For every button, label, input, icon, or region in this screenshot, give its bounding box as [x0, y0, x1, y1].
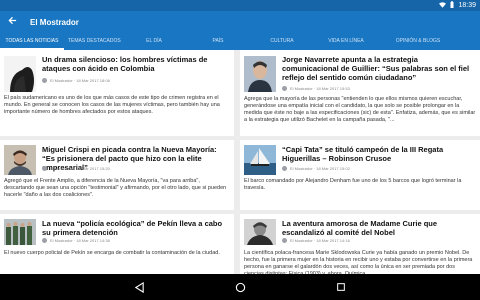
article-card[interactable]: La nueva “policía ecológica” de Pekín ll…: [0, 214, 234, 274]
article-source-date: El Mostrador · 18 Mar 2017 14:16: [290, 238, 350, 243]
article-card[interactable]: Un drama silencioso: los hombres víctima…: [0, 50, 234, 136]
article-thumbnail: [4, 219, 36, 245]
tab-vida-en-linea[interactable]: VIDA EN LÍNEA: [314, 33, 378, 50]
back-arrow-icon[interactable]: [8, 16, 20, 28]
article-meta: El Mostrador · 18 Mar 2017 14:38: [42, 238, 110, 243]
article-meta: El Mostrador · 18 Mar 2017 18:06: [42, 78, 110, 83]
article-title: Un drama silencioso: los hombres víctima…: [42, 55, 208, 73]
article-thumbnail: [244, 219, 276, 245]
article-thumbnail: [244, 145, 276, 175]
article-meta: El Mostrador · 18 Mar 2017 15:53: [282, 86, 350, 91]
wifi-icon: [439, 1, 447, 10]
article-title: Jorge Navarrete apunta a la estrategia c…: [282, 55, 470, 82]
tab-cultura[interactable]: CULTURA: [250, 33, 314, 50]
source-avatar: [282, 166, 287, 171]
article-card[interactable]: “Capi Tata” se tituló campeón de la III …: [240, 140, 480, 210]
article-source-date: El Mostrador · 18 Mar 2017 14:38: [50, 238, 110, 243]
source-avatar: [42, 238, 47, 243]
source-avatar: [42, 78, 47, 83]
app-bar: El Mostrador: [0, 11, 480, 33]
article-meta: El Mostrador · 18 Mar 2017 15:02: [282, 166, 350, 171]
recent-apps-square-icon[interactable]: [336, 282, 346, 292]
article-thumbnail: [244, 56, 276, 92]
article-summary: El país sudamericano es uno de los que m…: [4, 95, 220, 115]
article-summary: El nuevo cuerpo policial de Pekín se enc…: [4, 250, 220, 256]
battery-icon: [450, 1, 454, 10]
back-triangle-icon[interactable]: [134, 281, 145, 293]
article-source-date: El Mostrador · 18 Mar 2017 15:02: [290, 166, 350, 171]
source-avatar: [282, 238, 287, 243]
article-meta: El Mostrador · 18 Mar 2017 15:20: [42, 166, 110, 171]
tab-el-dia[interactable]: EL DÍA: [122, 33, 186, 50]
system-navigation-bar: [0, 274, 480, 300]
article-title: La nueva “policía ecológica” de Pekín ll…: [42, 219, 223, 237]
article-source-date: El Mostrador · 18 Mar 2017 18:06: [50, 78, 110, 83]
tab-temas-destacados[interactable]: TEMAS DESTACADOS: [64, 33, 122, 50]
section-tabs: TODAS LAS NOTICIAS TEMAS DESTACADOS EL D…: [0, 33, 480, 50]
article-thumbnail: [4, 145, 36, 175]
article-summary: Agrega que la mayoría de las personas "e…: [244, 96, 476, 123]
article-thumbnail: [4, 56, 36, 92]
article-card[interactable]: Jorge Navarrete apunta a la estrategia c…: [240, 50, 480, 136]
article-source-date: El Mostrador · 18 Mar 2017 15:20: [50, 166, 110, 171]
article-summary: La científica polaca-francesa Marie Sklo…: [244, 250, 473, 274]
article-card[interactable]: La aventura amorosa de Madame Curie que …: [240, 214, 480, 274]
tab-opinion-blogs[interactable]: OPINIÓN & BLOGS: [378, 33, 458, 50]
article-summary: El barco comandado por Alejandro Denham …: [244, 178, 462, 191]
app-title: El Mostrador: [30, 17, 79, 27]
home-circle-icon[interactable]: [235, 282, 246, 293]
status-bar: 18:39: [0, 0, 480, 11]
article-meta: El Mostrador · 18 Mar 2017 14:16: [282, 238, 350, 243]
tab-pais[interactable]: PAÍS: [186, 33, 250, 50]
article-title: La aventura amorosa de Madame Curie que …: [282, 219, 438, 237]
source-avatar: [42, 166, 47, 171]
clock: 18:39: [458, 2, 476, 9]
news-feed: Un drama silencioso: los hombres víctima…: [0, 50, 480, 274]
article-summary: Agregó que el Frente Amplio, a diferenci…: [4, 178, 227, 198]
tab-todas-las-noticias[interactable]: TODAS LAS NOTICIAS: [0, 33, 64, 50]
article-card[interactable]: Miguel Crispi en picada contra la Nueva …: [0, 140, 234, 210]
article-source-date: El Mostrador · 18 Mar 2017 15:53: [290, 86, 350, 91]
article-title: “Capi Tata” se tituló campeón de la III …: [282, 145, 444, 163]
source-avatar: [282, 86, 287, 91]
